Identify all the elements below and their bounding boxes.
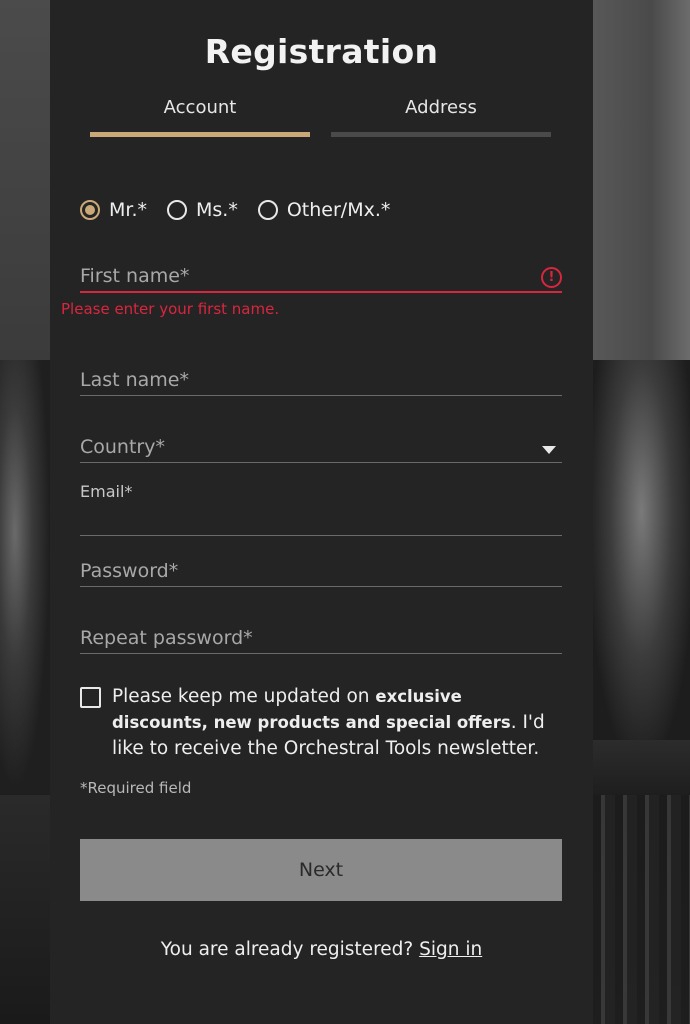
radio-other[interactable]: Other/Mx.* — [257, 199, 391, 221]
password-field — [80, 556, 562, 587]
registration-panel: Registration Account Address Mr.* Ms.* O… — [50, 0, 593, 1024]
repeat-password-underline — [80, 653, 562, 654]
newsletter-optin: Please keep me updated on exclusive disc… — [80, 684, 562, 762]
last-name-input[interactable] — [80, 365, 562, 395]
repeat-password-field — [80, 623, 562, 654]
tab-account[interactable]: Account — [90, 97, 310, 118]
signin-link[interactable]: Sign in — [419, 939, 482, 960]
background-mixing-desk — [593, 795, 690, 1024]
caret-down-icon[interactable] — [542, 446, 556, 454]
first-name-input[interactable] — [80, 261, 562, 291]
radio-mr-control[interactable] — [80, 200, 100, 220]
error-circle-icon: ! — [541, 267, 562, 288]
first-name-underline — [80, 291, 562, 293]
newsletter-checkbox[interactable] — [80, 687, 101, 708]
email-underline — [80, 535, 562, 536]
last-name-field — [80, 365, 562, 396]
required-note: *Required field — [80, 779, 192, 797]
tab-account-indicator — [90, 132, 310, 137]
repeat-password-input[interactable] — [80, 623, 562, 653]
country-underline — [80, 462, 562, 463]
radio-ms-control[interactable] — [167, 200, 187, 220]
first-name-error: Please enter your first name. — [61, 300, 280, 318]
country-select[interactable] — [80, 432, 562, 462]
country-field[interactable] — [80, 432, 562, 463]
salutation-radio-group: Mr.* Ms.* Other/Mx.* — [80, 199, 410, 221]
password-underline — [80, 586, 562, 587]
email-label: Email* — [80, 482, 133, 501]
email-input[interactable] — [80, 505, 562, 535]
signin-prompt-text: You are already registered? — [160, 939, 420, 960]
first-name-field: ! — [80, 261, 562, 293]
background-desk-left — [0, 795, 50, 1024]
tab-address-indicator — [331, 132, 551, 137]
radio-other-control[interactable] — [257, 200, 278, 220]
next-button[interactable]: Next — [80, 839, 562, 901]
password-input[interactable] — [80, 556, 562, 586]
newsletter-text: Please keep me updated on exclusive disc… — [112, 684, 562, 762]
email-field — [80, 505, 562, 536]
last-name-underline — [80, 395, 562, 396]
tab-address[interactable]: Address — [331, 97, 551, 118]
radio-ms[interactable]: Ms.* — [167, 199, 238, 221]
radio-other-label: Other/Mx.* — [286, 199, 391, 221]
radio-mr[interactable]: Mr.* — [80, 199, 147, 221]
radio-mr-label: Mr.* — [109, 199, 147, 221]
newsletter-text-pre: Please keep me updated on — [112, 686, 376, 707]
page-title: Registration — [204, 32, 439, 71]
radio-ms-label: Ms.* — [196, 199, 238, 221]
signin-prompt: You are already registered? Sign in — [50, 939, 593, 960]
